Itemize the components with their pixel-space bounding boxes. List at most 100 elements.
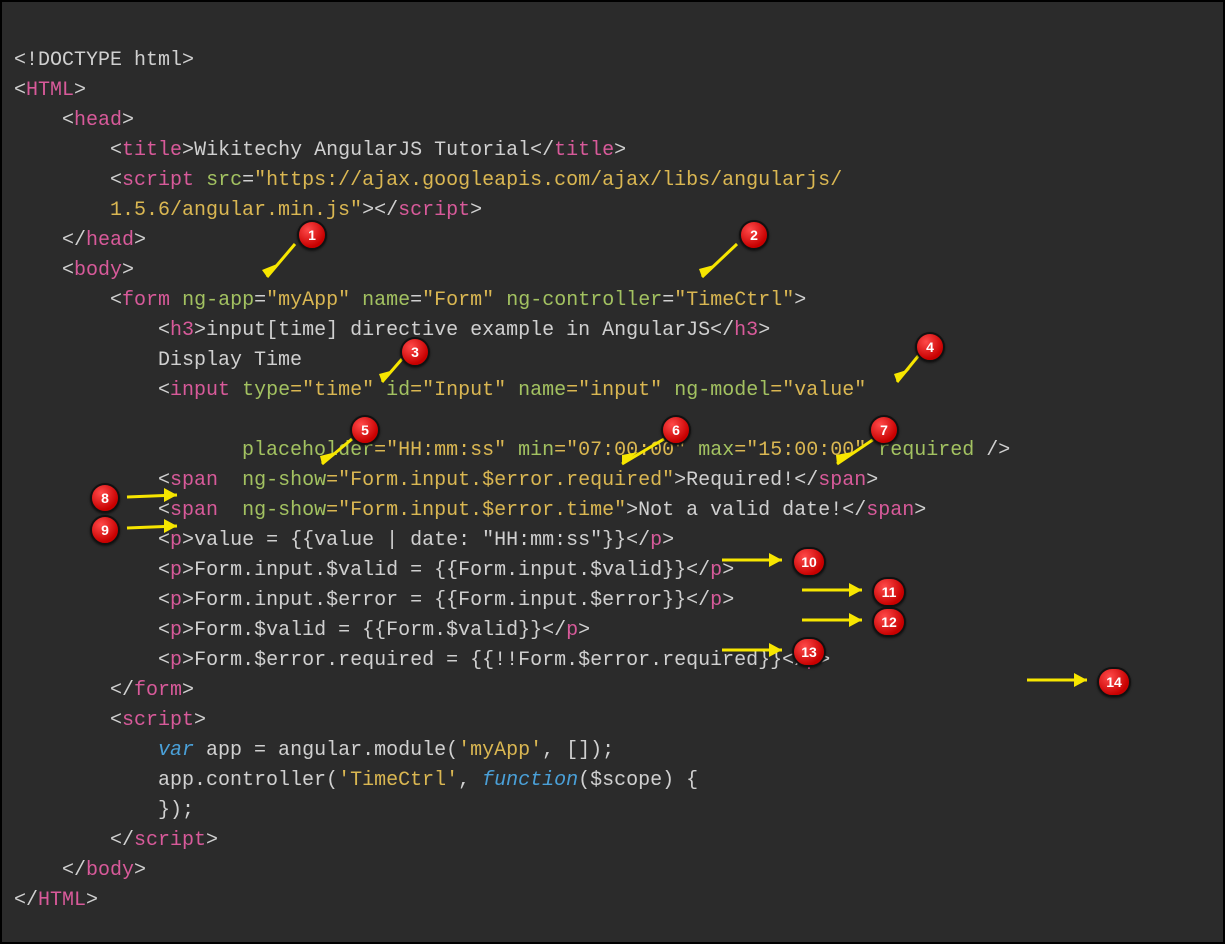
- code-text: , []);: [542, 739, 614, 762]
- code-text: [218, 499, 242, 522]
- code-text: Form.input.$error = {{Form.input.$error}…: [194, 589, 686, 612]
- code-text: [14, 739, 158, 762]
- code-tag: title: [554, 139, 614, 162]
- code-text: <: [14, 319, 170, 342]
- code-text: >: [362, 199, 374, 222]
- annotation-badge-11: 11: [872, 577, 906, 607]
- code-tag: body: [74, 259, 122, 282]
- code-text: =: [662, 289, 674, 312]
- code-block: <!DOCTYPE html> <HTML> <head> <title>Wik…: [14, 16, 1010, 916]
- code-string: "myApp": [266, 289, 350, 312]
- code-text: >: [182, 559, 194, 582]
- annotation-badge-13: 13: [792, 637, 826, 667]
- code-string: 'myApp': [458, 739, 542, 762]
- code-tag: p: [710, 589, 722, 612]
- code-text: </: [14, 229, 86, 252]
- code-text: Form.$valid = {{Form.$valid}}: [194, 619, 542, 642]
- code-text: [686, 439, 698, 462]
- code-text: </: [14, 889, 38, 912]
- code-attr: ng-show: [242, 499, 326, 522]
- code-string: ="HH:mm:ss": [374, 439, 506, 462]
- code-tag: form: [122, 289, 170, 312]
- code-string: ="input": [566, 379, 662, 402]
- code-text: Not a valid date!: [638, 499, 842, 522]
- code-tag: script: [398, 199, 470, 222]
- code-text: [506, 379, 518, 402]
- code-text: Form.$error.required = {{!!Form.$error.r…: [194, 649, 782, 672]
- code-text: [374, 379, 386, 402]
- code-keyword: function: [482, 769, 578, 792]
- code-text: >: [134, 229, 146, 252]
- code-text: >: [122, 109, 134, 132]
- code-tag: span: [170, 499, 218, 522]
- code-text: </: [530, 139, 554, 162]
- code-attr: id: [386, 379, 410, 402]
- code-string: 'TimeCtrl': [338, 769, 458, 792]
- code-tag: p: [650, 529, 662, 552]
- code-text: ($scope) {: [578, 769, 698, 792]
- code-string: "Form": [422, 289, 494, 312]
- code-attr: required: [878, 439, 974, 462]
- code-text: >: [182, 619, 194, 642]
- code-text: Form.input.$valid = {{Form.input.$valid}…: [194, 559, 686, 582]
- code-text: <: [14, 259, 74, 282]
- code-text: >: [134, 859, 146, 882]
- code-text: >: [194, 709, 206, 732]
- code-tag: p: [170, 529, 182, 552]
- code-text: >: [194, 319, 206, 342]
- code-text: app.controller(: [158, 769, 338, 792]
- code-text: </: [14, 679, 134, 702]
- code-text: <!DOCTYPE html>: [14, 49, 194, 72]
- annotation-badge-3: 3: [400, 337, 430, 367]
- code-text: [506, 439, 518, 462]
- code-text: [14, 439, 242, 462]
- code-string: "TimeCtrl": [674, 289, 794, 312]
- code-text: >: [722, 589, 734, 612]
- code-text: >: [614, 139, 626, 162]
- code-text: Display Time: [14, 349, 314, 372]
- code-text: >: [914, 499, 926, 522]
- code-attr: placeholder: [242, 439, 374, 462]
- code-text: =: [254, 289, 266, 312]
- code-text: >: [122, 259, 134, 282]
- code-string: ="Form.input.$error.required": [326, 469, 674, 492]
- annotation-badge-4: 4: [915, 332, 945, 362]
- code-text: <: [14, 589, 170, 612]
- code-attr: max: [698, 439, 734, 462]
- code-tag: span: [170, 469, 218, 492]
- code-text: <: [14, 79, 26, 102]
- code-text: });: [14, 799, 194, 822]
- annotation-badge-2: 2: [739, 220, 769, 250]
- code-text: </: [14, 859, 86, 882]
- code-attr: min: [518, 439, 554, 462]
- code-tag: script: [122, 709, 194, 732]
- annotation-badge-10: 10: [792, 547, 826, 577]
- annotation-badge-12: 12: [872, 607, 906, 637]
- annotation-badge-14: 14: [1097, 667, 1131, 697]
- code-attr: ng-app: [182, 289, 254, 312]
- code-text: </: [542, 619, 566, 642]
- annotation-badge-6: 6: [661, 415, 691, 445]
- code-text: >: [206, 829, 218, 852]
- code-text: <: [14, 649, 170, 672]
- annotation-badge-8: 8: [90, 483, 120, 513]
- code-tag: HTML: [26, 79, 74, 102]
- code-text: </: [14, 829, 134, 852]
- code-text: [662, 379, 674, 402]
- code-text: >: [794, 289, 806, 312]
- code-tag: script: [122, 169, 194, 192]
- code-text: </: [686, 589, 710, 612]
- code-text: >: [722, 559, 734, 582]
- code-string: "https://ajax.googleapis.com/ajax/libs/a…: [254, 169, 842, 192]
- code-string: 1.5.6/angular.min.js": [14, 199, 362, 222]
- code-text: >: [86, 889, 98, 912]
- code-tag: head: [74, 109, 122, 132]
- code-text: >: [182, 529, 194, 552]
- code-attr: name: [518, 379, 566, 402]
- code-text: [218, 469, 242, 492]
- code-tag: p: [566, 619, 578, 642]
- annotation-badge-9: 9: [90, 515, 120, 545]
- code-text: >: [578, 619, 590, 642]
- code-text: <: [14, 169, 122, 192]
- code-text: >: [182, 649, 194, 672]
